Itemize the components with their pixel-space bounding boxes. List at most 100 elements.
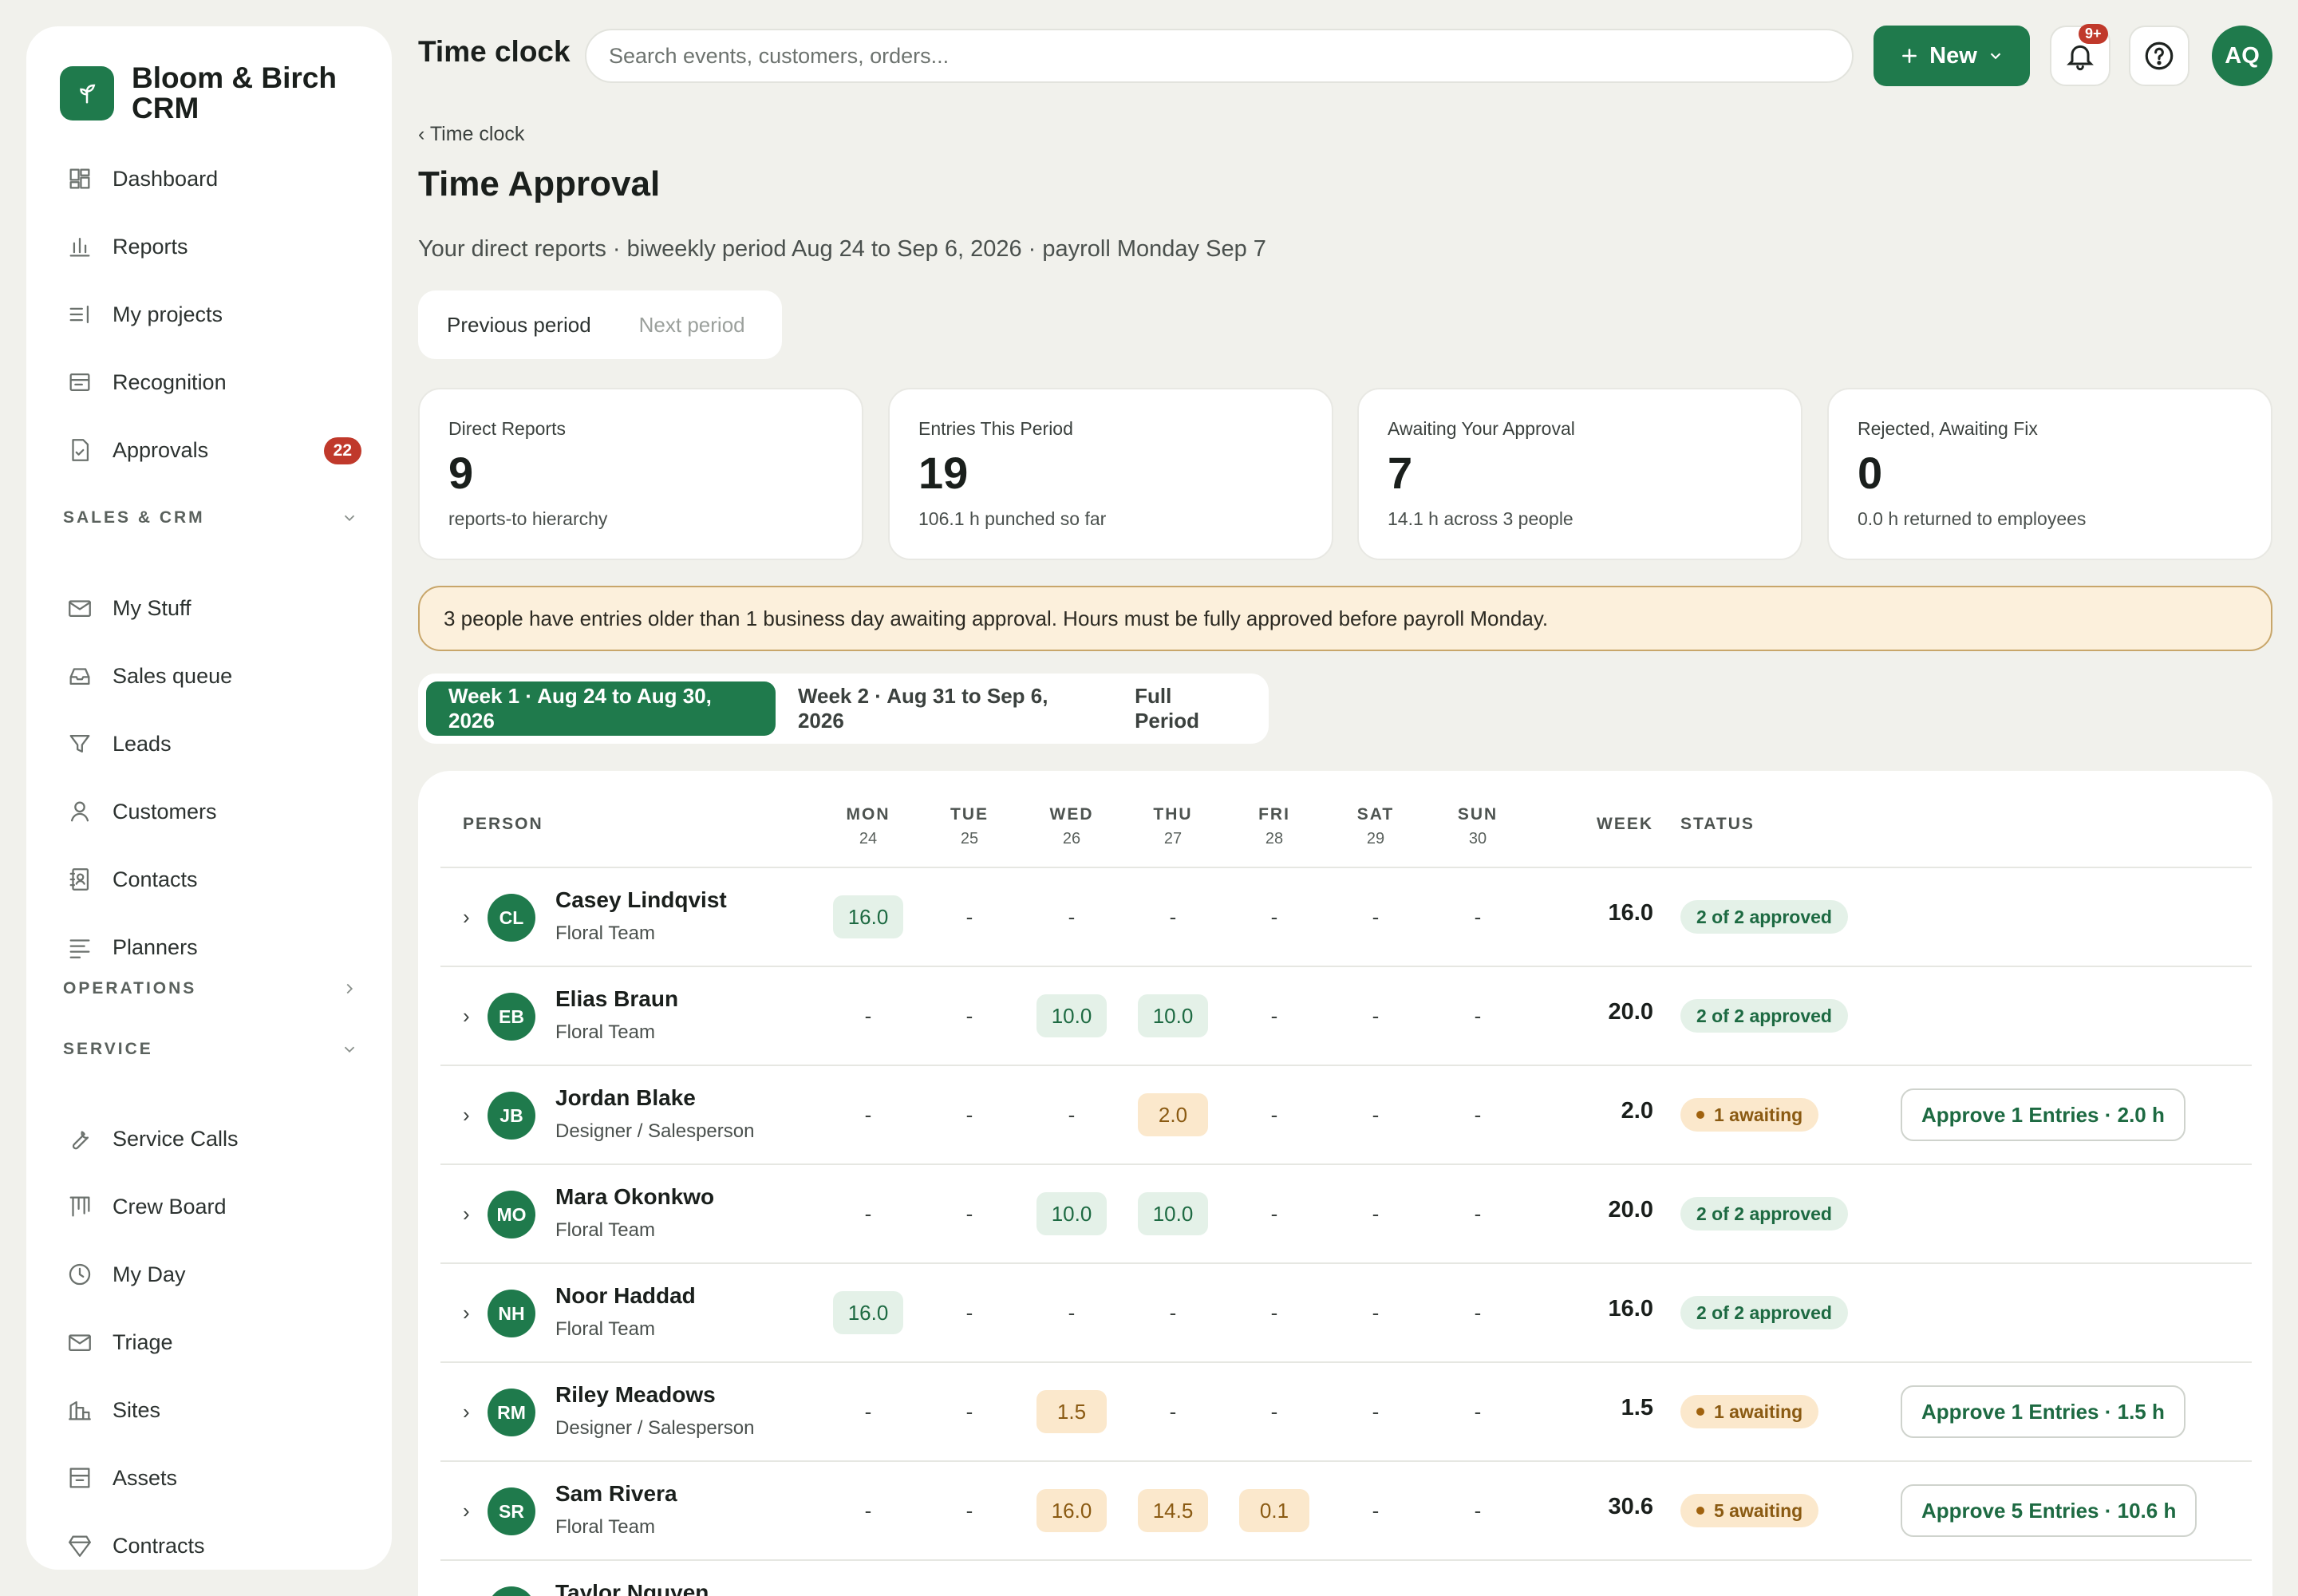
person-name[interactable]: Sam Rivera [555,1481,677,1507]
avatar: JB [488,1092,535,1140]
expand-chevron-icon[interactable]: › [463,1301,470,1325]
week-total: 1.5 [1621,1395,1653,1420]
day-cell: - [1372,1399,1380,1424]
section-operations[interactable]: OPERATIONS [63,973,358,1005]
table-row[interactable]: ›TNTaylor Nguyen [440,1561,2252,1596]
approve-entries-button[interactable]: Approve 1 Entries · 2.0 h [1901,1088,2185,1141]
table-row[interactable]: › NH Noor Haddad Floral Team 16.0 - - - - - - 16.0 2… [440,1264,2252,1363]
table-row[interactable]: › CL Casey Lindqvist Floral Team 16.0 - - - - - - 1… [440,868,2252,967]
expand-chevron-icon[interactable]: › [463,1103,470,1128]
sidebar-item-approvals[interactable]: Approvals 22 [66,426,361,474]
sidebar-item-my-day[interactable]: My Day [66,1250,361,1298]
person-name[interactable]: Jordan Blake [555,1085,696,1111]
day-cell[interactable]: 10.0 [1138,1192,1208,1235]
expand-chevron-icon[interactable]: › [463,905,470,930]
sidebar-item-recognition[interactable]: Recognition [66,358,361,406]
sidebar-item-contracts[interactable]: Contracts [66,1522,361,1570]
diamond-icon [69,1535,91,1557]
tab-week-1[interactable]: Week 1 · Aug 24 to Aug 30, 2026 [426,681,776,736]
section-service[interactable]: SERVICE [63,1033,358,1065]
previous-period-button[interactable]: Previous period [447,313,591,338]
section-label: OPERATIONS [63,979,197,998]
expand-chevron-icon[interactable]: › [463,1499,470,1523]
table-row[interactable]: › EB Elias Braun Floral Team - - 10.0 10.0 - - - 20… [440,967,2252,1066]
day-cell: - [864,1498,872,1523]
sidebar-item-label: Dashboard [113,166,219,191]
day-cell: - [864,1102,872,1127]
day-cell[interactable]: 16.0 [833,1291,903,1334]
sidebar-item-service-calls[interactable]: Service Calls [66,1115,361,1163]
day-cell[interactable]: 10.0 [1138,994,1208,1037]
brand[interactable]: Bloom & Birch CRM [60,63,371,124]
sidebar-item-triage[interactable]: Triage [66,1318,361,1366]
sidebar-item-label: Contacts [113,867,198,891]
header-day-sat: SAT 29 [1336,803,1416,851]
sidebar-item-dashboard[interactable]: Dashboard [66,155,361,203]
table-row[interactable]: › JB Jordan Blake Designer / Salesperson - - -… [440,1066,2252,1165]
day-name: FRI [1258,805,1290,824]
person-name[interactable]: Riley Meadows [555,1382,716,1408]
expand-chevron-icon[interactable]: › [463,1202,470,1227]
day-name: SUN [1457,805,1498,824]
sidebar-item-customers[interactable]: Customers [66,788,361,836]
day-cell: - [965,1201,973,1226]
breadcrumb[interactable]: ‹ Time clock [418,123,524,146]
day-cell[interactable]: 10.0 [1036,1192,1107,1235]
status-badge: 2 of 2 approved [1680,900,1848,934]
notifications-button[interactable]: 9+ [2050,24,2110,86]
day-cell[interactable]: 0.1 [1239,1489,1309,1532]
week-total: 16.0 [1608,900,1653,926]
day-cell: - [1270,1201,1278,1226]
person-name[interactable]: Noor Haddad [555,1283,696,1309]
help-button[interactable] [2129,26,2189,86]
day-cell[interactable]: 16.0 [833,895,903,938]
stat-label: Direct Reports [448,418,566,439]
person-name[interactable]: Mara Okonkwo [555,1184,714,1210]
sidebar-item-sites[interactable]: Sites [66,1386,361,1434]
sidebar-item-my-stuff[interactable]: My Stuff [66,584,361,632]
sidebar-item-crew-board[interactable]: Crew Board [66,1183,361,1231]
day-cell[interactable]: 10.0 [1036,994,1107,1037]
person-name[interactable]: Casey Lindqvist [555,887,727,913]
week-total: 2.0 [1621,1098,1653,1124]
approve-entries-button[interactable]: Approve 1 Entries · 1.5 h [1901,1385,2185,1438]
approvals-count-badge: 22 [323,437,361,464]
new-button[interactable]: New [1874,26,2030,86]
table-row[interactable]: › SR Sam Rivera Floral Team - - 16.0 14.5 0.1 - - 3… [440,1462,2252,1561]
day-cell[interactable]: 1.5 [1036,1390,1107,1433]
sidebar-item-sales-queue[interactable]: Sales queue [66,652,361,700]
person-name[interactable]: Taylor Nguyen [555,1580,709,1596]
expand-chevron-icon[interactable]: › [463,1004,470,1029]
sidebar-item-leads[interactable]: Leads [66,720,361,768]
day-cell[interactable]: 2.0 [1138,1093,1208,1136]
next-period-button[interactable]: Next period [639,313,745,338]
table-row[interactable]: › RM Riley Meadows Designer / Salesperson - -… [440,1363,2252,1462]
person-name[interactable]: Elias Braun [555,986,678,1012]
day-cell[interactable]: 16.0 [1036,1489,1107,1532]
avatar: MO [488,1191,535,1238]
day-name: WED [1049,805,1094,824]
sidebar-item-assets[interactable]: Assets [66,1454,361,1502]
search-input[interactable]: Search events, customers, orders... [585,29,1854,83]
day-cell: - [965,1003,973,1028]
sidebar-item-label: Sales queue [113,663,233,688]
chevron-down-icon [1990,53,2001,60]
header-day-wed: WED 26 [1032,803,1111,851]
user-avatar[interactable]: AQ [2212,26,2272,86]
sidebar-item-planners[interactable]: Planners [66,923,361,971]
sidebar-item-contacts[interactable]: Contacts [66,855,361,903]
chevron-right-icon [346,983,353,994]
tab-full-period[interactable]: Full Period [1112,681,1261,736]
day-date: 28 [1265,830,1284,847]
sidebar-item-label: Recognition [113,369,227,394]
sidebar-item-label: Crew Board [113,1194,227,1219]
expand-chevron-icon[interactable]: › [463,1400,470,1424]
section-sales-crm[interactable]: SALES & CRM [63,502,358,534]
tab-week-2[interactable]: Week 2 · Aug 31 to Sep 6, 2026 [776,681,1112,736]
table-row[interactable]: › MO Mara Okonkwo Floral Team - - 10.0 10.0 - - - 2… [440,1165,2252,1264]
day-cell[interactable]: 14.5 [1138,1489,1208,1532]
person-team: Floral Team [555,1219,655,1241]
sidebar-item-my-projects[interactable]: My projects [66,290,361,338]
sidebar-item-reports[interactable]: Reports [66,223,361,271]
approve-entries-button[interactable]: Approve 5 Entries · 10.6 h [1901,1484,2197,1537]
